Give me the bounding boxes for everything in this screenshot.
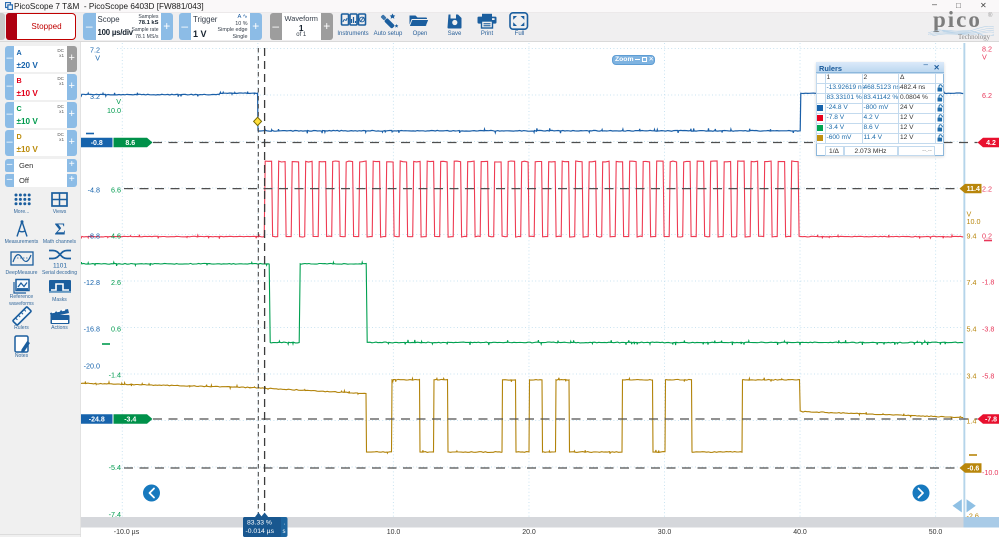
- svg-text:-24.8: -24.8: [89, 417, 105, 424]
- svg-text:V: V: [95, 54, 100, 63]
- svg-text:2.2: 2.2: [982, 185, 992, 194]
- svg-text:7.4: 7.4: [967, 278, 977, 287]
- svg-text:-1.8: -1.8: [982, 278, 994, 287]
- svg-text:6.6: 6.6: [111, 186, 121, 195]
- svg-text:-0.014 µs: -0.014 µs: [246, 528, 275, 535]
- svg-text:5.4: 5.4: [967, 325, 977, 334]
- svg-text:-4.8: -4.8: [88, 186, 100, 195]
- svg-text:40.0: 40.0: [793, 529, 807, 536]
- svg-text:-7.8: -7.8: [985, 417, 997, 424]
- svg-text:-8.8: -8.8: [88, 232, 100, 241]
- svg-text:-3.4: -3.4: [124, 417, 136, 424]
- svg-text:1.4: 1.4: [967, 417, 977, 426]
- svg-text:1101: 1101: [53, 262, 67, 269]
- svg-text:20.0: 20.0: [522, 529, 536, 536]
- svg-text:10.0: 10.0: [387, 529, 401, 536]
- svg-text:-0.6: -0.6: [967, 466, 979, 473]
- svg-text:4.2: 4.2: [986, 140, 996, 147]
- svg-text:-5.8: -5.8: [982, 372, 994, 381]
- svg-text:-10.0 µs: -10.0 µs: [114, 529, 140, 536]
- svg-text:-0.8: -0.8: [91, 140, 103, 147]
- svg-text:11.4: 11.4: [967, 186, 980, 193]
- svg-text:-1.4: -1.4: [109, 371, 121, 380]
- svg-text:3.2: 3.2: [90, 92, 100, 101]
- svg-text:2.6: 2.6: [111, 278, 121, 287]
- svg-text:30.0: 30.0: [658, 529, 672, 536]
- svg-text:6.2: 6.2: [982, 91, 992, 100]
- svg-text:10.0: 10.0: [107, 106, 121, 115]
- svg-text:10.0: 10.0: [967, 217, 981, 226]
- svg-text:-3.8: -3.8: [982, 325, 994, 334]
- svg-text:Σ: Σ: [54, 219, 65, 238]
- svg-text:-10.0: -10.0: [982, 468, 998, 477]
- svg-text:9.4: 9.4: [967, 232, 977, 241]
- svg-text:V: V: [116, 97, 121, 106]
- svg-text:-12.8: -12.8: [84, 278, 100, 287]
- svg-text:4.6: 4.6: [111, 232, 121, 241]
- svg-text:V: V: [982, 53, 987, 62]
- svg-text:s: s: [283, 529, 286, 535]
- svg-text:3.4: 3.4: [967, 372, 977, 381]
- svg-text:0.2: 0.2: [982, 232, 992, 241]
- svg-text:8.6: 8.6: [125, 140, 135, 147]
- svg-text:50.0: 50.0: [929, 529, 943, 536]
- svg-text:-16.8: -16.8: [84, 325, 100, 334]
- svg-text:-20.0: -20.0: [84, 362, 100, 371]
- svg-text:0.6: 0.6: [111, 325, 121, 334]
- svg-text:83.33 %: 83.33 %: [247, 520, 272, 527]
- svg-text:-5.4: -5.4: [109, 463, 121, 472]
